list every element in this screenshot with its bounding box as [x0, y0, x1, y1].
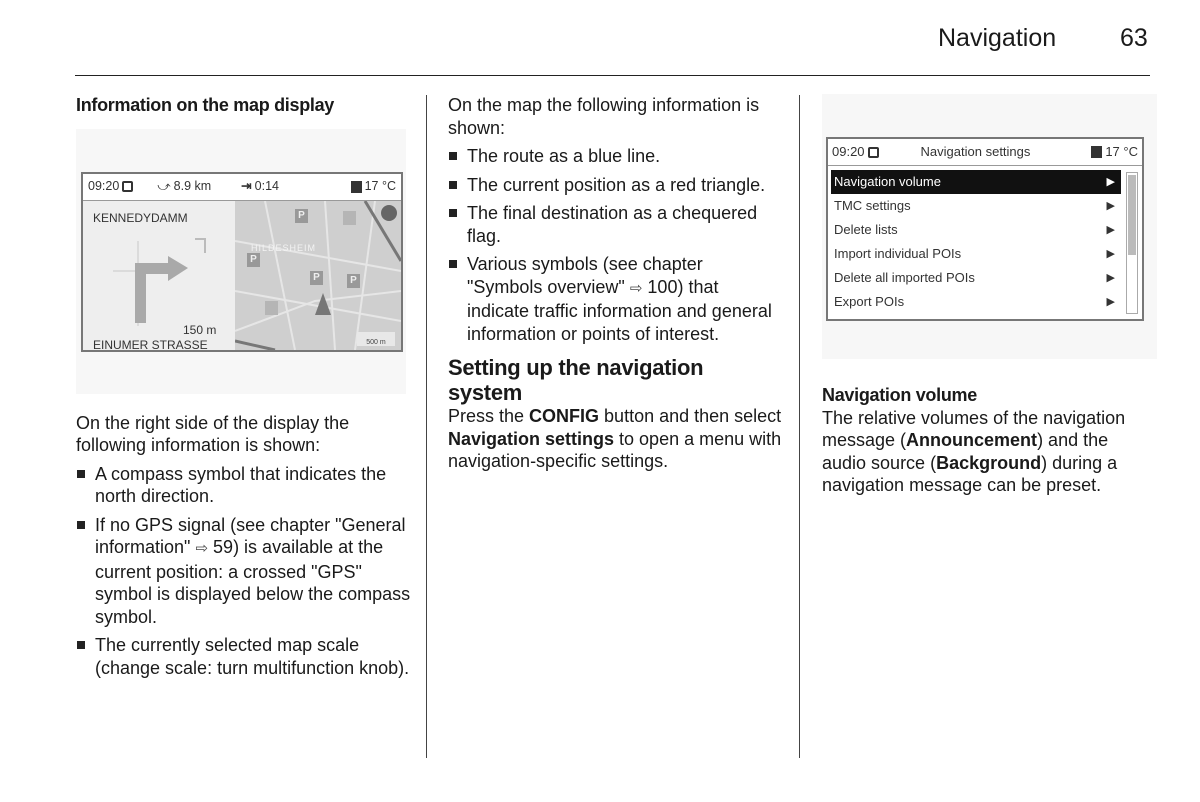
turn-guidance-panel: KENNEDYDAMM 150 m EINUMER STRASSE [83, 200, 235, 352]
arrival-icon: ⇥ [241, 179, 252, 194]
list-item: The final destination as a chequered fla… [448, 202, 783, 247]
column-divider [799, 95, 800, 758]
bullet-list: A compass symbol that indicates the nort… [76, 463, 411, 680]
column-2: On the map the following information is … [448, 94, 783, 473]
column-divider [426, 95, 427, 758]
map-display-figure: 09:20 ⤻ 8.9 km ⇥ 0:14 17 °C KENNEDYDAMM [76, 128, 406, 394]
chevron-right-icon: ▶ [1106, 272, 1115, 284]
chevron-right-icon: ▶ [1106, 224, 1115, 236]
list-item: Various symbols (see chapter "Symbols ov… [448, 253, 783, 345]
poi-icon [265, 300, 278, 315]
intro-text: On the right side of the display the fol… [76, 412, 350, 456]
parking-icon: P [247, 252, 260, 267]
current-position-icon [315, 292, 331, 315]
clock-icon [867, 146, 879, 158]
remaining-time: 0:14 [254, 179, 279, 194]
section-heading: Information on the map display [76, 95, 335, 115]
map-scale: 500 m [357, 331, 395, 346]
remaining-distance: 8.9 km [173, 179, 212, 194]
poi-icon [343, 210, 356, 225]
thermometer-icon [1091, 146, 1103, 158]
volume-paragraph: The relative volumes of the navigation m… [822, 407, 1126, 496]
bullet-icon [77, 469, 85, 478]
bullet-icon [77, 641, 85, 649]
map-view: HILDESHEIM P P P P 500 m [235, 200, 401, 350]
chevron-right-icon: ▶ [1106, 200, 1115, 212]
bullet-icon [77, 520, 85, 529]
bullet-icon [449, 152, 457, 160]
menu-item-tmc-settings[interactable]: TMC settings ▶ [831, 194, 1121, 218]
page-reference[interactable]: 59 [213, 537, 233, 557]
parking-icon: P [295, 208, 308, 223]
map-screen: 09:20 ⤻ 8.9 km ⇥ 0:14 17 °C KENNEDYDAMM [81, 171, 403, 352]
distance-icon: ⤻ [157, 179, 171, 194]
clock-time: 09:20 [832, 143, 865, 159]
list-item: The current position as a red triangle. [448, 174, 783, 197]
parking-icon: P [347, 273, 360, 288]
settings-figure: 09:20 Navigation settings 17 °C Navigati… [822, 94, 1157, 359]
chapter-title: Navigation [938, 24, 1057, 52]
page-number: 63 [1120, 24, 1148, 52]
thermometer-icon [350, 180, 362, 193]
bullet-icon [449, 260, 457, 268]
parking-icon: P [310, 270, 323, 285]
list-item: The currently selected map scale (change… [76, 634, 411, 679]
column-1: Information on the map display 09:20 ⤻ 8… [76, 94, 411, 685]
header-rule [75, 75, 1150, 76]
city-label: HILDESHEIM [251, 242, 317, 253]
chevron-right-icon: ▶ [1106, 248, 1115, 260]
bullet-icon [449, 180, 457, 189]
announcement-term: Announcement [906, 430, 1038, 450]
list-item: If no GPS signal (see chapter "General i… [76, 514, 411, 629]
menu-item-delete-lists[interactable]: Delete lists ▶ [831, 218, 1121, 242]
list-item: A compass symbol that indicates the nort… [76, 463, 411, 508]
clock-time: 09:20 [88, 179, 120, 194]
column-3: 09:20 Navigation settings 17 °C Navigati… [822, 94, 1157, 497]
screen-title: Navigation settings [920, 143, 1031, 159]
section-heading: Setting up the navigation system [448, 355, 704, 405]
chevron-right-icon: ▶ [1106, 176, 1115, 188]
temperature: 17 °C [1105, 143, 1138, 159]
menu-item-export-pois[interactable]: Export POIs ▶ [831, 290, 1121, 314]
list-item: The route as a blue line. [448, 145, 783, 168]
status-bar: 09:20 Navigation settings 17 °C [828, 139, 1142, 166]
settings-screen: 09:20 Navigation settings 17 °C Navigati… [826, 137, 1144, 321]
cross-reference-arrow-icon: ⇨ [629, 279, 643, 297]
current-street: EINUMER STRASSE [93, 337, 208, 352]
chevron-right-icon: ▶ [1106, 296, 1115, 308]
menu-item-import-pois[interactable]: Import individual POIs ▶ [831, 242, 1121, 266]
menu-item-delete-imported-pois[interactable]: Delete all imported POIs ▶ [831, 266, 1121, 290]
setup-paragraph: Press the CONFIG button and then select … [448, 406, 782, 471]
intro-text: On the map the following information is … [448, 95, 760, 138]
config-button-ref: CONFIG [529, 406, 600, 426]
cross-reference-arrow-icon: ⇨ [195, 540, 209, 557]
background-term: Background [936, 452, 1042, 473]
scrollbar-thumb[interactable] [1128, 175, 1136, 255]
navigation-settings-ref: Navigation settings [448, 428, 615, 449]
subheading: Navigation volume [822, 385, 977, 405]
clock-icon [122, 181, 134, 192]
page-reference[interactable]: 100 [647, 277, 677, 297]
menu-item-navigation-volume[interactable]: Navigation volume ▶ [831, 170, 1121, 194]
temperature: 17 °C [364, 179, 396, 194]
settings-menu: Navigation volume ▶ TMC settings ▶ Delete … [831, 170, 1121, 314]
bullet-icon [449, 209, 457, 217]
compass-icon [381, 204, 397, 221]
status-bar: 09:20 ⤻ 8.9 km ⇥ 0:14 17 °C [83, 174, 401, 201]
scrollbar[interactable] [1126, 172, 1138, 314]
bullet-list: The route as a blue line. The current po… [448, 145, 783, 345]
